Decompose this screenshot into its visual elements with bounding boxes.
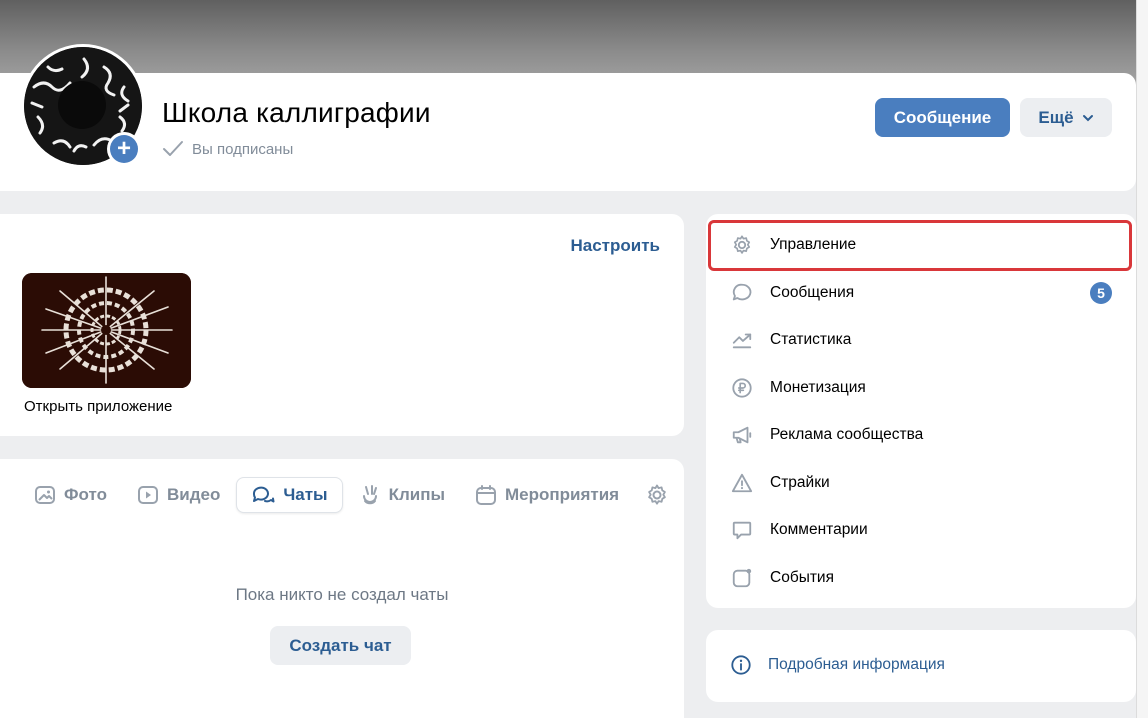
checkmark-icon xyxy=(163,141,183,156)
menu-item-label: Страйки xyxy=(770,474,830,491)
tab-chats[interactable]: Чаты xyxy=(236,477,343,513)
menu-item-strikes[interactable]: Страйки xyxy=(706,460,1136,506)
unread-count-badge: 5 xyxy=(1090,282,1112,304)
menu-item-statistics[interactable]: Статистика xyxy=(706,317,1136,363)
content-tabs-card: Фото Видео Чаты Клипы Мероприятия Пока н… xyxy=(0,459,684,718)
chats-icon xyxy=(253,486,275,503)
events-icon xyxy=(732,568,752,588)
info-card: Подробная информация xyxy=(706,630,1136,702)
subscription-status[interactable]: Вы подписаны xyxy=(162,140,293,158)
message-button[interactable]: Сообщение xyxy=(875,98,1010,137)
more-button[interactable]: Ещё xyxy=(1020,98,1112,137)
menu-item-comments[interactable]: Комментарии xyxy=(706,507,1136,553)
more-button-label: Ещё xyxy=(1038,107,1074,127)
photo-icon xyxy=(35,486,55,504)
add-avatar-button[interactable]: + xyxy=(107,132,141,166)
chevron-down-icon xyxy=(1082,114,1093,121)
app-thumbnail[interactable] xyxy=(22,273,191,388)
menu-item-ads[interactable]: Реклама сообщества xyxy=(706,412,1136,458)
plus-icon: + xyxy=(110,135,138,163)
menu-item-label: Комментарии xyxy=(770,521,868,538)
video-icon xyxy=(137,486,158,504)
menu-item-label: Статистика xyxy=(770,331,852,348)
subscription-status-label: Вы подписаны xyxy=(192,140,294,158)
page-title: Школа каллиграфии xyxy=(162,97,431,128)
menu-item-label: События xyxy=(770,569,834,586)
menu-item-label: Монетизация xyxy=(770,379,866,396)
menu-item-messages[interactable]: Сообщения 5 xyxy=(706,270,1136,316)
ruble-icon xyxy=(732,378,752,398)
tab-video-label: Видео xyxy=(166,485,221,504)
app-calligraphy-art xyxy=(22,273,191,388)
tab-events-label: Мероприятия xyxy=(505,485,620,504)
highlight-frame xyxy=(708,220,1132,271)
clips-icon xyxy=(362,485,377,505)
tab-photo[interactable]: Фото xyxy=(20,477,121,513)
info-icon xyxy=(731,655,751,675)
open-app-label[interactable]: Открыть приложение xyxy=(24,398,172,415)
detailed-info-label: Подробная информация xyxy=(768,656,945,673)
menu-item-events[interactable]: События xyxy=(706,555,1136,601)
tab-video[interactable]: Видео xyxy=(123,477,234,513)
chats-empty-text: Пока никто не создал чаты xyxy=(235,585,449,604)
create-chat-button[interactable]: Создать чат xyxy=(270,626,411,665)
message-bubble-icon xyxy=(732,283,752,301)
megaphone-icon xyxy=(732,426,752,444)
calendar-icon xyxy=(476,485,496,505)
tab-events[interactable]: Мероприятия xyxy=(461,477,633,513)
gear-icon xyxy=(648,484,666,505)
menu-item-label: Реклама сообщества xyxy=(770,426,924,443)
detailed-info-link[interactable]: Подробная информация xyxy=(730,654,945,676)
warning-icon xyxy=(731,473,753,493)
scrollbar[interactable] xyxy=(1136,0,1148,718)
tab-clips-label: Клипы xyxy=(388,485,445,504)
tabs-settings-button[interactable] xyxy=(645,483,669,507)
tab-chats-label: Чаты xyxy=(283,485,328,504)
apps-card: Настроить Открыть приложение xyxy=(0,214,684,436)
tab-clips[interactable]: Клипы xyxy=(345,477,459,513)
trend-icon xyxy=(732,333,752,349)
menu-item-label: Сообщения xyxy=(770,284,855,301)
admin-menu-card: Управление Сообщения 5 Статистика Монети xyxy=(706,214,1136,608)
menu-item-monetization[interactable]: Монетизация xyxy=(706,365,1136,411)
comment-icon xyxy=(732,521,752,540)
tab-photo-label: Фото xyxy=(64,485,107,504)
setup-link[interactable]: Настроить xyxy=(570,236,660,256)
content-tabs: Фото Видео Чаты Клипы Мероприятия xyxy=(20,477,669,513)
